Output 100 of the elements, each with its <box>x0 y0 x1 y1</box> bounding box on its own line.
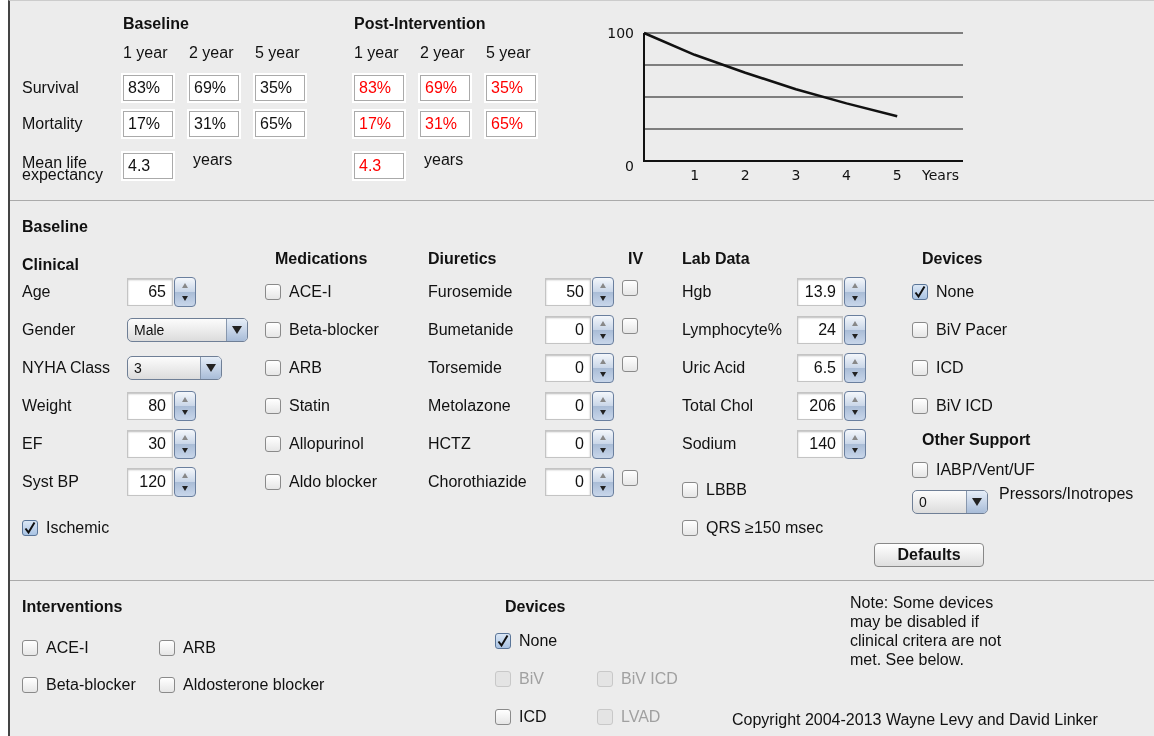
checkbox[interactable] <box>912 398 928 414</box>
axis-label: 4 <box>842 167 851 183</box>
checkbox[interactable] <box>265 436 281 452</box>
checkbox[interactable] <box>622 470 638 486</box>
stepper-arrows-icon <box>599 471 607 493</box>
number-field[interactable]: 0 <box>545 468 591 496</box>
field-label: Bumetanide <box>428 321 515 339</box>
output-field: 17% <box>354 111 404 137</box>
number-field[interactable]: 50 <box>545 278 591 306</box>
stepper-arrows-icon <box>851 433 859 455</box>
number-field[interactable]: 80 <box>127 392 173 420</box>
caret-icon <box>232 326 242 334</box>
number-field[interactable]: 65 <box>127 278 173 306</box>
checkbox[interactable] <box>265 284 281 300</box>
output-field: 83% <box>123 75 173 101</box>
stepper-arrows-icon <box>181 433 189 455</box>
checkbox[interactable] <box>495 709 511 725</box>
checkbox-label: IABP/Vent/UF <box>936 461 1035 479</box>
axis-label: 0 <box>625 158 634 174</box>
number-field[interactable]: 0 <box>545 316 591 344</box>
dropdown[interactable]: Male <box>127 318 248 342</box>
checkbox-label: ICD <box>519 708 547 726</box>
checkbox[interactable] <box>495 633 511 649</box>
checkbox[interactable] <box>912 360 928 376</box>
checkbox[interactable] <box>265 360 281 376</box>
number-field[interactable]: 0 <box>545 430 591 458</box>
checkbox-label: Ischemic <box>46 519 110 537</box>
field-label: Hgb <box>682 283 713 301</box>
stepper-button[interactable] <box>844 429 866 459</box>
checkbox[interactable] <box>682 482 698 498</box>
output-field: 65% <box>486 111 536 137</box>
stepper-button[interactable] <box>174 391 196 421</box>
stepper-button[interactable] <box>592 467 614 497</box>
number-field[interactable]: 0 <box>545 354 591 382</box>
axis-label: 5 <box>892 167 902 183</box>
number-field[interactable]: 24 <box>797 316 843 344</box>
section-title: Baseline <box>22 217 89 237</box>
checkbox[interactable] <box>265 322 281 338</box>
row-label: Survival <box>22 79 80 97</box>
stepper-arrows-icon <box>599 395 607 417</box>
checkbox[interactable] <box>912 284 928 300</box>
field-label: Chorothiazide <box>428 473 528 491</box>
checkbox[interactable] <box>159 676 175 693</box>
checkbox-label: QRS ≥150 msec <box>706 519 824 537</box>
stepper-arrows-icon <box>599 281 607 303</box>
field-label: Pressors/Inotropes <box>999 485 1134 503</box>
checkbox[interactable] <box>265 474 281 490</box>
stepper-button[interactable] <box>844 391 866 421</box>
group-title: Diuretics <box>428 250 498 268</box>
checkbox[interactable] <box>22 676 38 693</box>
number-field[interactable]: 206 <box>797 392 843 420</box>
output-field: 31% <box>189 111 239 137</box>
stepper-button[interactable] <box>592 315 614 345</box>
checkbox[interactable] <box>622 318 638 334</box>
stepper-button[interactable] <box>592 353 614 383</box>
field-label: Weight <box>22 397 73 415</box>
number-field[interactable]: 13.9 <box>797 278 843 306</box>
defaults-button[interactable]: Defaults <box>874 543 984 567</box>
checkbox[interactable] <box>622 280 638 296</box>
checkbox[interactable] <box>622 356 638 372</box>
dropdown[interactable]: 3 <box>127 356 222 380</box>
stepper-button[interactable] <box>844 353 866 383</box>
group-title: Lab Data <box>682 250 751 268</box>
stepper-button[interactable] <box>844 315 866 345</box>
dropdown[interactable]: 0 <box>912 490 988 514</box>
checkbox-label: ICD <box>936 359 964 377</box>
unit-label: years <box>192 151 234 169</box>
row-label: Mean life expectancy <box>22 157 104 181</box>
field-label: Lymphocyte% <box>682 321 783 339</box>
stepper-button[interactable] <box>592 429 614 459</box>
stepper-button[interactable] <box>174 467 196 497</box>
caret-icon <box>972 498 982 506</box>
checkbox[interactable] <box>159 639 175 656</box>
checkbox[interactable] <box>22 520 38 536</box>
checkbox[interactable] <box>682 520 698 536</box>
group-title: Clinical <box>22 257 80 273</box>
checkbox-label: None <box>936 283 975 301</box>
stepper-button[interactable] <box>592 277 614 307</box>
checkbox-label: BiV ICD <box>936 397 993 415</box>
checkbox[interactable] <box>912 462 928 478</box>
output-field: 69% <box>420 75 470 101</box>
stepper-button[interactable] <box>174 277 196 307</box>
checkbox[interactable] <box>22 639 38 656</box>
stepper-button[interactable] <box>174 429 196 459</box>
number-field[interactable]: 120 <box>127 468 173 496</box>
stepper-arrows-icon <box>599 319 607 341</box>
stepper-button[interactable] <box>844 277 866 307</box>
checkbox-label: Allopurinol <box>289 435 364 453</box>
number-field[interactable]: 30 <box>127 430 173 458</box>
column-label: 2 year <box>189 44 235 62</box>
column-heading: IV <box>627 250 642 268</box>
number-field[interactable]: 140 <box>797 430 843 458</box>
stepper-arrows-icon <box>851 319 859 341</box>
field-label: EF <box>22 435 44 453</box>
checkbox[interactable] <box>912 322 928 338</box>
group-title: Other Support <box>921 431 1032 449</box>
stepper-button[interactable] <box>592 391 614 421</box>
checkbox[interactable] <box>265 398 281 414</box>
number-field[interactable]: 6.5 <box>797 354 843 382</box>
number-field[interactable]: 0 <box>545 392 591 420</box>
